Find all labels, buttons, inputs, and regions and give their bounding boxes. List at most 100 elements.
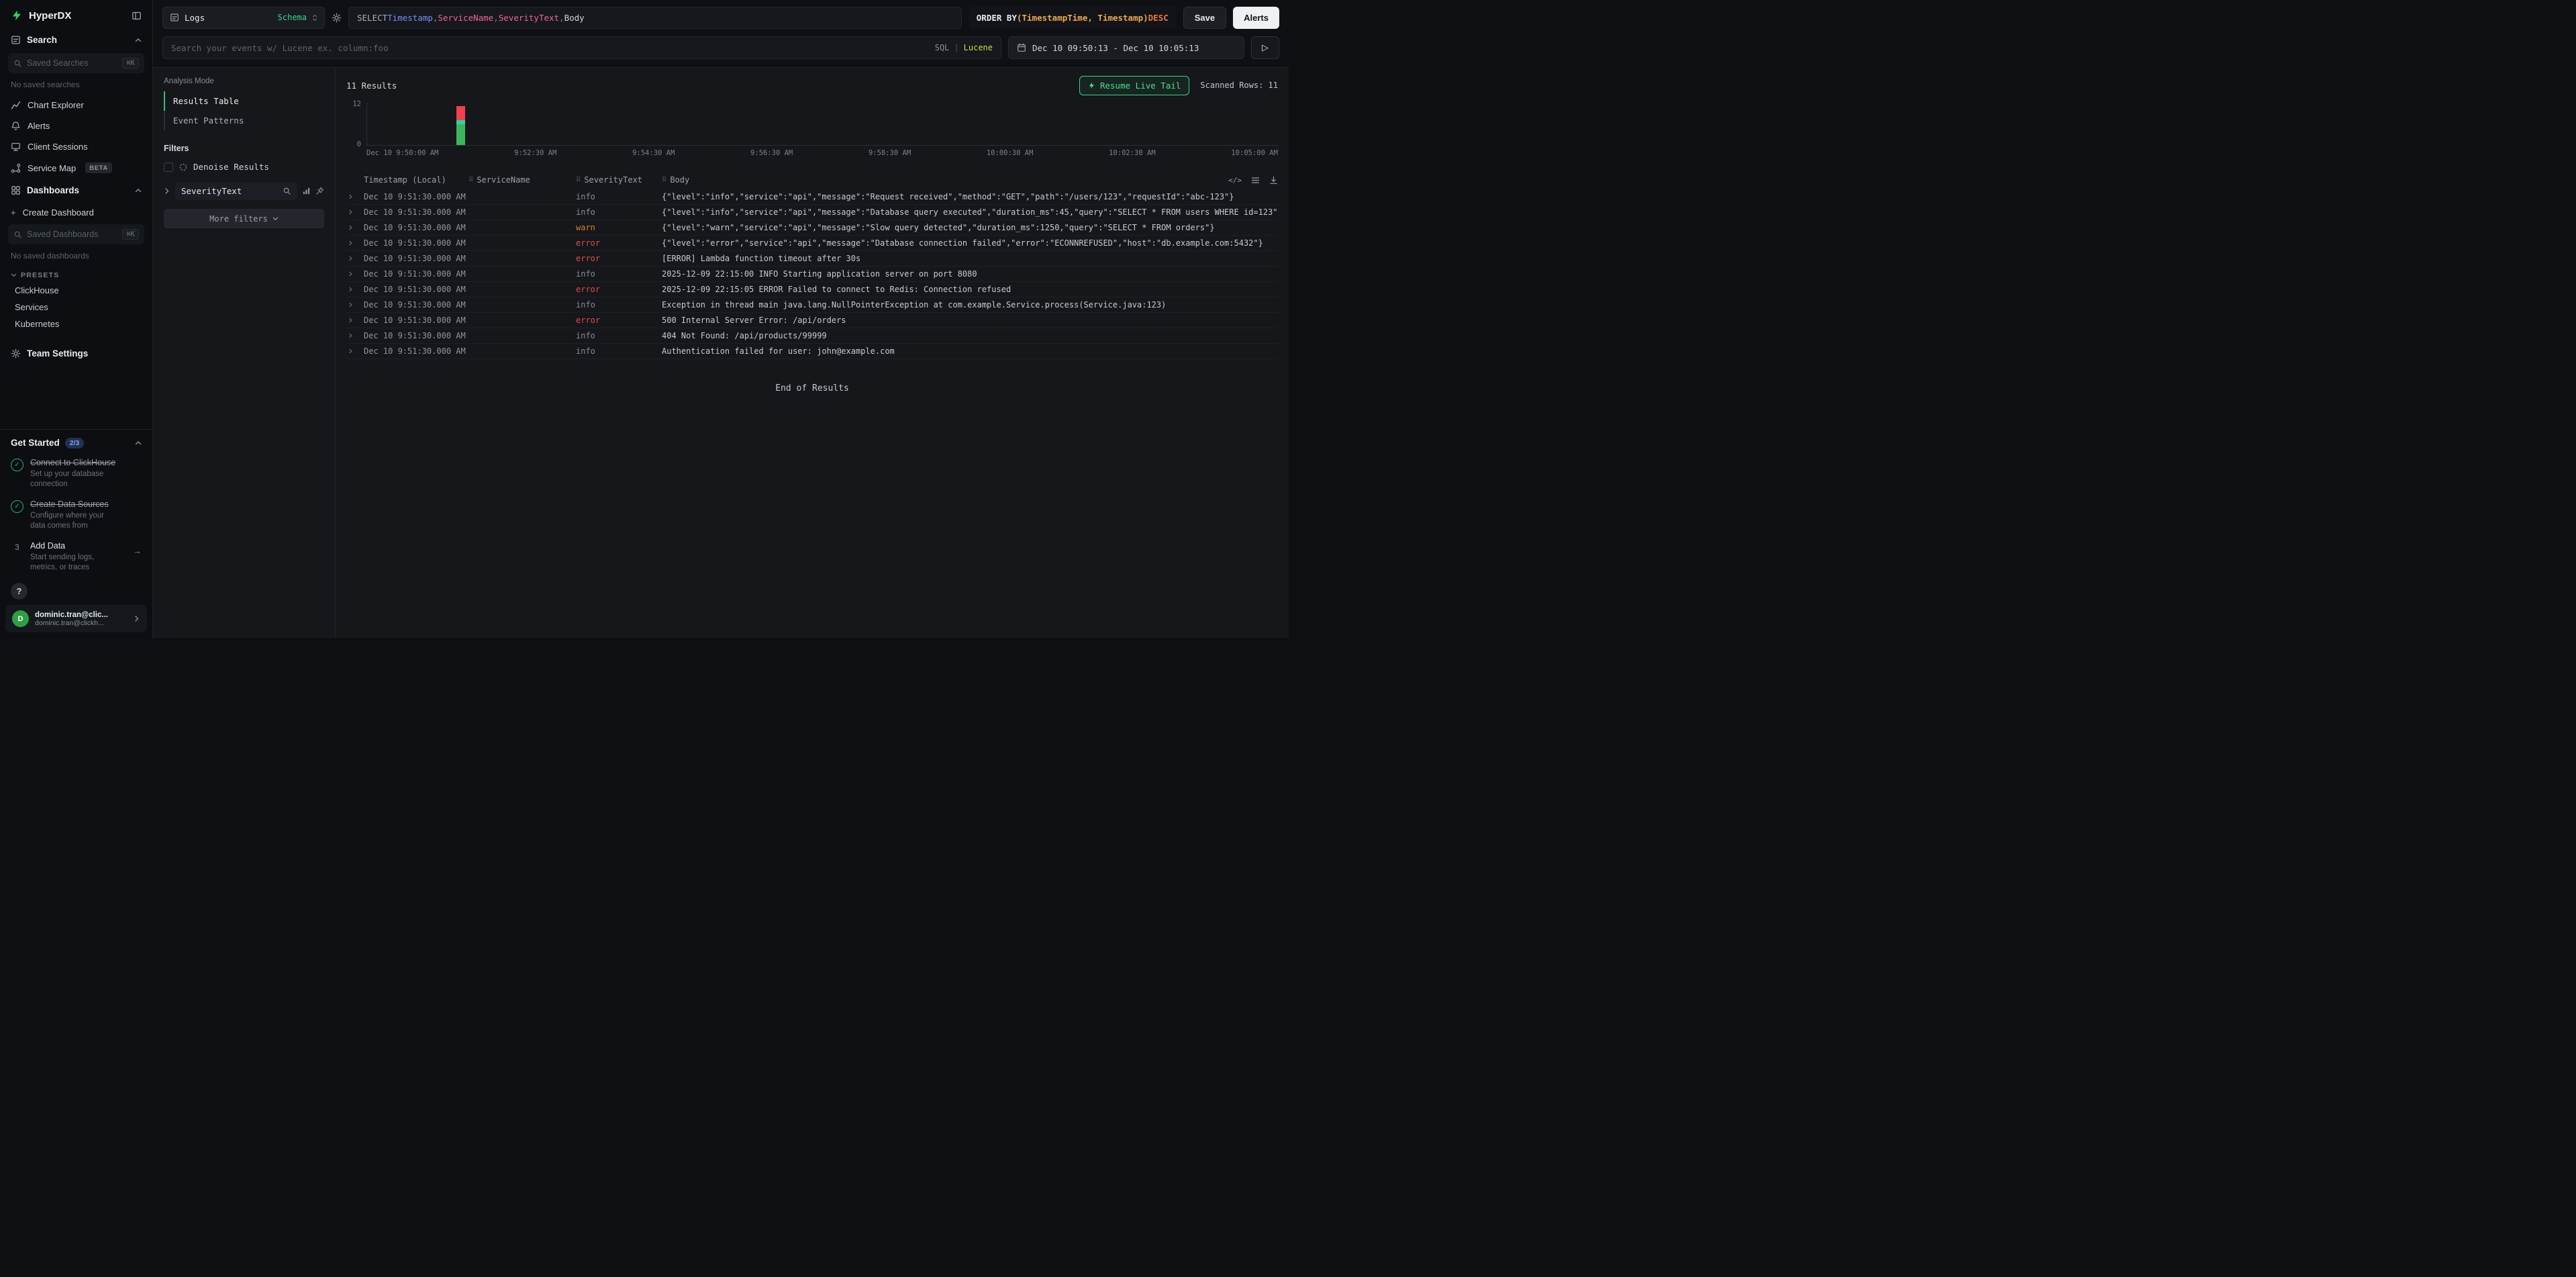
table-row[interactable]: Dec 10 9:51:30.000 AM error [ERROR] Lamb… — [346, 251, 1278, 267]
sidebar-item-dashboards[interactable]: Dashboards — [0, 179, 152, 202]
shortcut-badge: ⌘K — [122, 58, 139, 68]
column-header-servicename[interactable]: ⠿ ServiceName — [468, 175, 576, 185]
filter-group-pill[interactable]: SeverityText — [175, 182, 297, 200]
preset-item-clickhouse[interactable]: ClickHouse — [0, 282, 152, 299]
plus-icon: + — [11, 207, 16, 218]
table-row[interactable]: Dec 10 9:51:30.000 AM info 2025-12-09 22… — [346, 267, 1278, 282]
row-severity: info — [576, 331, 662, 340]
mode-separator: | — [954, 43, 958, 52]
app-root: HyperDX Search Saved Searches ⌘K No save… — [0, 0, 1289, 638]
row-expand-icon[interactable] — [346, 195, 364, 199]
column-header-severitytext[interactable]: ⠿ SeverityText — [576, 175, 662, 185]
table-row[interactable]: Dec 10 9:51:30.000 AM info Authenticatio… — [346, 344, 1278, 359]
chart-x-axis: Dec 10 9:50:00 AM9:52:30 AM9:54:30 AM9:5… — [366, 146, 1278, 157]
get-started-item-sources[interactable]: ✓ Create Data Sources Configure where yo… — [11, 499, 142, 532]
row-expand-icon[interactable] — [346, 256, 364, 261]
column-header-timestamp[interactable]: Timestamp (Local) — [364, 175, 468, 185]
table-row[interactable]: Dec 10 9:51:30.000 AM error 2025-12-09 2… — [346, 282, 1278, 297]
sql-query-editor[interactable]: SELECT Timestamp,ServiceName,SeverityTex… — [348, 7, 962, 29]
get-started-item-add-data[interactable]: 3 Add Data Start sending logs, metrics, … — [11, 540, 142, 573]
chart-plot-area[interactable] — [366, 103, 1278, 146]
denoise-checkbox[interactable] — [164, 162, 173, 172]
table-row[interactable]: Dec 10 9:51:30.000 AM info Exception in … — [346, 297, 1278, 313]
row-expand-icon[interactable] — [346, 287, 364, 291]
saved-searches-input[interactable]: Saved Searches ⌘K — [8, 53, 144, 73]
saved-dashboards-placeholder: Saved Dashboards — [27, 230, 98, 239]
sidebar-item-team-settings[interactable]: Team Settings — [0, 342, 152, 365]
row-expand-icon[interactable] — [346, 226, 364, 230]
analysis-mode-list: Results Table Event Patterns — [164, 91, 324, 130]
sidebar-item-alerts[interactable]: Alerts — [0, 115, 152, 136]
row-body: 2025-12-09 22:15:00 INFO Starting applic… — [662, 269, 1278, 279]
row-expand-icon[interactable] — [346, 349, 364, 353]
filter-pin-icon[interactable] — [315, 187, 324, 195]
row-expand-icon[interactable] — [346, 303, 364, 307]
chart-bar[interactable] — [456, 103, 465, 145]
column-header-body[interactable]: ⠿ Body </> — [662, 175, 1278, 185]
table-row[interactable]: Dec 10 9:51:30.000 AM error {"level":"er… — [346, 236, 1278, 251]
row-severity: warn — [576, 223, 662, 232]
row-expand-icon[interactable] — [346, 334, 364, 338]
download-icon[interactable] — [1269, 176, 1278, 185]
run-query-button[interactable]: ▷ — [1251, 36, 1279, 59]
sidebar-item-search[interactable]: Search — [0, 28, 152, 52]
row-expand-icon[interactable] — [346, 318, 364, 322]
drag-handle-icon[interactable]: ⠿ — [662, 177, 666, 184]
user-email: dominic.tran@clickh... — [35, 619, 108, 627]
resume-live-tail-button[interactable]: Resume Live Tail — [1079, 76, 1189, 95]
chevron-right-icon[interactable] — [164, 189, 170, 193]
get-started-header[interactable]: Get Started 2/3 — [11, 438, 142, 448]
more-filters-button[interactable]: More filters — [164, 209, 324, 228]
mode-sql-toggle[interactable]: SQL — [935, 43, 950, 52]
search-icon — [13, 230, 22, 239]
presets-toggle[interactable]: PRESETS — [0, 266, 152, 282]
sidebar-item-service-map[interactable]: Service Map BETA — [0, 157, 152, 179]
table-row[interactable]: Dec 10 9:51:30.000 AM warn {"level":"war… — [346, 220, 1278, 236]
date-range-picker[interactable]: Dec 10 09:50:13 - Dec 10 10:05:13 — [1008, 36, 1244, 59]
mode-results-table[interactable]: Results Table — [164, 91, 324, 111]
filter-chart-icon[interactable] — [302, 187, 311, 195]
filter-search-icon[interactable] — [283, 187, 291, 195]
table-row[interactable]: Dec 10 9:51:30.000 AM error 500 Internal… — [346, 313, 1278, 328]
date-range-value: Dec 10 09:50:13 - Dec 10 10:05:13 — [1032, 43, 1199, 53]
row-timestamp: Dec 10 9:51:30.000 AM — [364, 192, 468, 201]
row-expand-icon[interactable] — [346, 210, 364, 214]
denoise-results-toggle[interactable]: Denoise Results — [164, 162, 324, 172]
search-input[interactable] — [171, 43, 927, 53]
table-row[interactable]: Dec 10 9:51:30.000 AM info 404 Not Found… — [346, 328, 1278, 344]
results-histogram: 12 0 Dec 10 9:50:00 AM9:52:30 AM9:54:30 … — [346, 103, 1278, 157]
table-row[interactable]: Dec 10 9:51:30.000 AM info {"level":"inf… — [346, 205, 1278, 220]
sidebar-collapse-icon[interactable] — [132, 11, 142, 21]
row-severity: error — [576, 285, 662, 294]
preset-item-kubernetes[interactable]: Kubernetes — [0, 316, 152, 332]
row-expand-icon[interactable] — [346, 241, 364, 245]
code-view-icon[interactable]: </> — [1228, 176, 1242, 185]
row-severity: error — [576, 238, 662, 248]
save-button[interactable]: Save — [1183, 7, 1226, 29]
source-selector[interactable]: Logs Schema — [162, 7, 325, 29]
topbar-row-search: SQL | Lucene Dec 10 09:50:13 - Dec 10 10… — [153, 35, 1289, 67]
event-search-bar[interactable]: SQL | Lucene — [162, 36, 1001, 59]
filters-panel: Analysis Mode Results Table Event Patter… — [153, 68, 336, 638]
alerts-button[interactable]: Alerts — [1233, 7, 1279, 29]
table-row[interactable]: Dec 10 9:51:30.000 AM info {"level":"inf… — [346, 189, 1278, 205]
row-body: {"level":"info","service":"api","message… — [662, 207, 1278, 217]
drag-handle-icon[interactable]: ⠿ — [576, 177, 581, 184]
check-icon: ✓ — [11, 500, 23, 513]
row-severity: info — [576, 346, 662, 356]
mode-event-patterns[interactable]: Event Patterns — [164, 111, 324, 130]
sidebar-item-client-sessions[interactable]: Client Sessions — [0, 136, 152, 157]
saved-dashboards-input[interactable]: Saved Dashboards ⌘K — [8, 224, 144, 244]
user-menu[interactable]: D dominic.tran@clic... dominic.tran@clic… — [5, 605, 147, 632]
row-settings-icon[interactable] — [1251, 176, 1260, 185]
sidebar-item-chart-explorer[interactable]: Chart Explorer — [0, 95, 152, 115]
drag-handle-icon[interactable]: ⠿ — [468, 177, 473, 184]
create-dashboard-button[interactable]: + Create Dashboard — [0, 202, 152, 223]
source-settings-gear-icon[interactable] — [332, 13, 342, 23]
get-started-item-connect[interactable]: ✓ Connect to ClickHouse Set up your data… — [11, 457, 142, 490]
row-expand-icon[interactable] — [346, 272, 364, 276]
preset-item-services[interactable]: Services — [0, 299, 152, 316]
query-field: Body — [564, 13, 585, 23]
mode-lucene-toggle[interactable]: Lucene — [964, 43, 993, 52]
help-button[interactable]: ? — [11, 583, 28, 600]
